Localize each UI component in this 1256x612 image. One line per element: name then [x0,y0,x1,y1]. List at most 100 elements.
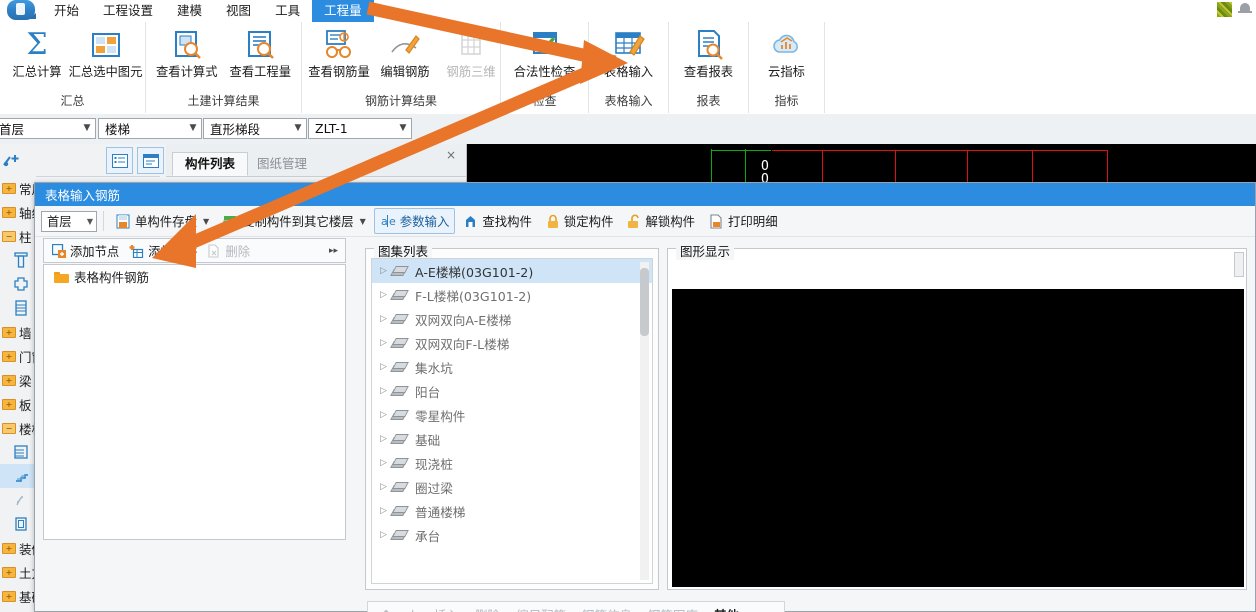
ribbon-label: 查看计算式 [156,65,218,79]
ribbon-button-edit-rebar[interactable]: 编辑钢筋 [372,22,438,80]
close-icon[interactable]: × [446,148,456,162]
sidebar-item-straight-stair[interactable] [0,464,36,488]
sidebar-item-stair[interactable]: − 楼梯 [0,416,36,440]
sidebar-item-stair-child-3[interactable] [0,488,36,512]
save-component-button[interactable]: 单构件存盘 ▼ [110,208,215,234]
btn-label: 其他 [714,608,739,612]
sidebar-item-column-child-2[interactable] [0,272,36,296]
menu-item-tools[interactable]: 工具 [263,0,312,22]
unlock-component-button[interactable]: 解锁构件 [621,208,701,234]
atlas-item[interactable]: ▷ 承台 [372,523,652,547]
sidebar-item-slab[interactable]: + 板 [0,392,36,416]
menu-item-project-settings[interactable]: 工程设置 [91,0,165,22]
atlas-item[interactable]: ▷ 双网双向A-E楼梯 [372,307,652,331]
btn-label: 查找构件 [482,214,532,229]
component-tree[interactable]: 表格构件钢筋 [43,264,346,540]
atlas-scrollbar-thumb[interactable] [640,268,649,336]
atlas-item[interactable]: ▷ 阳台 [372,379,652,403]
add-component-button[interactable]: 添加构件 [125,240,201,262]
floor-select[interactable]: 首层 ▼ [0,118,96,139]
tab-component-list[interactable]: 构件列表 [172,152,249,176]
ribbon-button-view-report[interactable]: 查看报表 [673,22,744,80]
ribbon-button-view-formula[interactable]: 查看计算式 [150,22,224,80]
ribbon-button-view-quantity[interactable]: 查看工程量 [224,22,298,80]
atlas-item[interactable]: ▷ A-E楼梯(03G101-2) [372,259,652,283]
atlas-item[interactable]: ▷ F-L楼梯(03G101-2) [372,283,652,307]
menu-item-start[interactable]: 开始 [42,0,91,22]
cad-red-line [1032,150,1033,184]
graphics-scrollbar-thumb[interactable] [1234,252,1244,277]
sidebar-item-stair-child-4[interactable] [0,512,36,536]
rebar-edit-toolbar: ↑ ↓ 插入 删除 缩尺配筋 钢筋信息 钢筋图库 其他 ▼ [367,601,785,612]
menu-item-quantity[interactable]: 工程量 [312,0,374,22]
menu-item-modeling[interactable]: 建模 [165,0,214,22]
dialog-floor-select[interactable]: 首层 ▼ [41,210,97,232]
member-name-select[interactable]: ZLT-1 ▼ [308,118,412,139]
tree-node-table-rebar[interactable]: 表格构件钢筋 [44,265,345,287]
app-logo-icon [3,0,37,23]
atlas-item[interactable]: ▷ 基础 [372,427,652,451]
folder-icon: + [2,398,16,410]
sidebar-item-axis[interactable]: + 轴线 [0,200,36,224]
print-detail-button[interactable]: 打印明细 [703,208,784,234]
atlas-list[interactable]: ▷ A-E楼梯(03G101-2) ▷ F-L楼梯(03G101-2) ▷ 双网… [371,258,653,584]
atlas-scrollbar[interactable] [640,262,649,580]
member-type-select[interactable]: 直形梯段 ▼ [203,118,307,139]
svg-text:Σ: Σ [26,28,47,62]
sidebar-item-stair-child-1[interactable] [0,440,36,464]
atlas-item[interactable]: ▷ 现浇桩 [372,451,652,475]
detail-view-icon[interactable] [137,147,164,174]
ribbon-group-report: 查看报表 报表 [669,22,749,113]
atlas-item-label: A-E楼梯(03G101-2) [415,264,534,280]
constructional-column-icon [14,277,28,291]
scale-rebar-button: 缩尺配筋 [509,603,573,612]
lock-component-button[interactable]: 锁定构件 [540,208,620,234]
sidebar-item-wall[interactable]: + 墙 [0,320,36,344]
atlas-book-icon [390,529,409,542]
atlas-item[interactable]: ▷ 集水坑 [372,355,652,379]
atlas-book-icon [390,505,409,518]
copy-to-other-floors-button[interactable]: 复制构件到其它楼层 ▼ [217,208,372,234]
list-view-icon[interactable] [106,147,133,174]
ribbon-button-table-input[interactable]: 表格输入 [593,22,664,80]
dialog-floor-value: 首层 [47,215,72,229]
app-window: 开始 工程设置 建模 视图 工具 工程量 Σ 汇总计算 汇总选中图元 汇总 查看… [0,0,1256,612]
add-node-button[interactable]: 添加节点 [48,240,123,262]
find-component-button[interactable]: 查找构件 [457,208,538,234]
sidebar-item-foundation[interactable]: + 基础 [0,584,36,608]
sidebar-item-common[interactable]: + 常用 [0,176,36,200]
sidebar-item-column-child-1[interactable] [0,248,36,272]
ribbon-button-validity-check[interactable]: 合法性检查 [505,22,584,80]
atlas-item[interactable]: ▷ 普通楼梯 [372,499,652,523]
sidebar-item-door-window[interactable]: + 门窗 [0,344,36,368]
category-select[interactable]: 楼梯 ▼ [98,118,202,139]
tab-drawing-manage[interactable]: 图纸管理 [244,152,320,176]
sidebar-item-column-child-3[interactable] [0,296,36,320]
graphics-canvas[interactable] [672,289,1244,587]
sidebar-item-beam[interactable]: + 梁 [0,368,36,392]
sidebar-item-earthwork[interactable]: + 土方 [0,560,36,584]
component-panel-toolbar [0,144,164,177]
menu-item-view[interactable]: 视图 [214,0,263,22]
ribbon-group-check: 合法性检查 检查 [501,22,589,113]
other-button[interactable]: 其他 ▼ [707,603,759,612]
atlas-list-panel: 图集列表 ▷ A-E楼梯(03G101-2) ▷ F-L楼梯(03G101-2)… [365,241,659,590]
ribbon-button-view-rebar[interactable]: 查看钢筋量 [306,22,372,80]
ribbon-button-summary-selected[interactable]: 汇总选中图元 [69,22,142,80]
atlas-item[interactable]: ▷ 零星构件 [372,403,652,427]
ribbon-button-summary-calc[interactable]: Σ 汇总计算 [4,22,70,80]
camouflage-icon[interactable] [1217,1,1232,17]
add-axis-icon[interactable] [2,153,24,169]
ribbon-group-name: 指标 [774,94,799,108]
sidebar-item-column[interactable]: − 柱 [0,224,36,248]
atlas-item[interactable]: ▷ 圈过梁 [372,475,652,499]
double-chevron-right-icon[interactable]: ▸▸ [329,246,341,256]
ribbon-button-cloud-indicator[interactable]: 云指标 [753,22,820,80]
bell-icon[interactable] [1238,1,1252,17]
atlas-item-label: 零星构件 [415,408,466,424]
column-icon [14,252,28,268]
atlas-item[interactable]: ▷ 双网双向F-L楼梯 [372,331,652,355]
sidebar-item-decoration[interactable]: + 装修 [0,536,36,560]
param-input-button[interactable]: ae 参数输入 [373,208,456,234]
ribbon-group-name: 钢筋计算结果 [364,94,437,108]
